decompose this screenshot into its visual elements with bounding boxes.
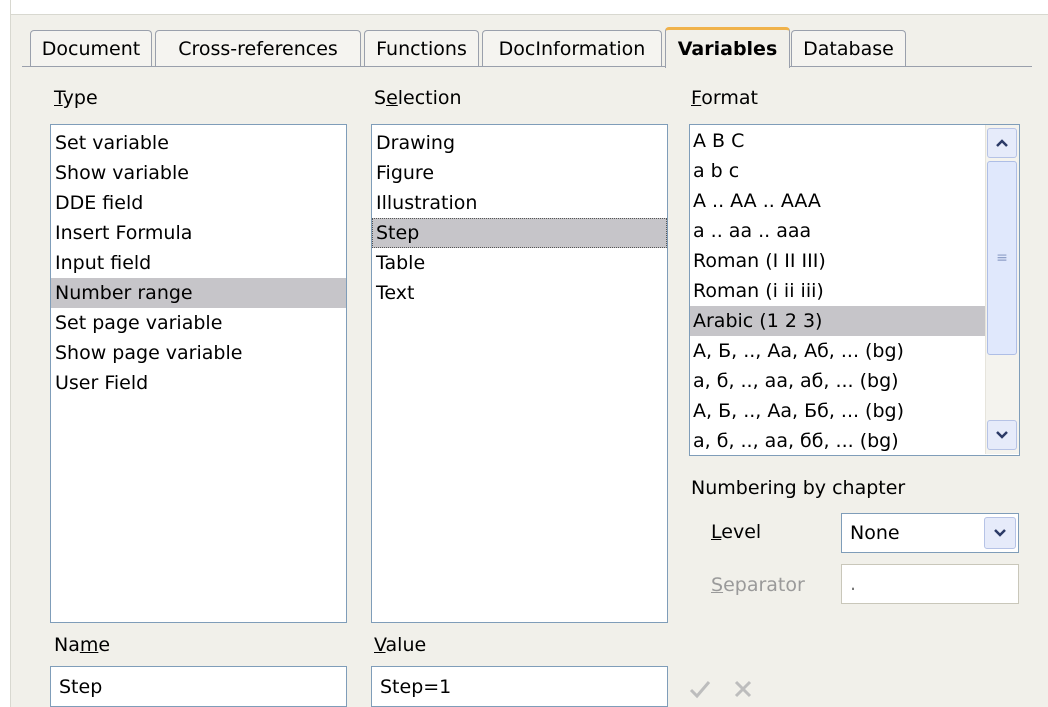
tab-label: Document [41,37,141,60]
list-item[interactable]: a b c [690,156,985,186]
format-listbox[interactable]: A B C a b c A .. AA .. AAA a .. aa .. aa… [689,124,1020,456]
tab-document[interactable]: Document [30,30,152,66]
list-item[interactable]: Figure [372,158,667,188]
list-item[interactable]: а, б, .., аа, бб, ... (bg) [690,426,985,455]
tab-docinformation[interactable]: DocInformation [482,30,662,66]
list-item[interactable]: A B C [690,126,985,156]
list-item[interactable]: DDE field [51,188,346,218]
numbering-by-chapter-heading: Numbering by chapter [691,477,906,499]
list-item[interactable]: а, б, .., аа, аб, ... (bg) [690,366,985,396]
list-item[interactable]: Arabic (1 2 3) [690,306,985,336]
tab-panel-border [22,66,1032,67]
tab-label: Variables [677,38,778,60]
selection-listbox[interactable]: Drawing Figure Illustration Step Table T… [371,124,668,623]
list-item[interactable]: a .. aa .. aaa [690,216,985,246]
tab-label: Database [803,37,894,60]
list-item[interactable]: Text [372,278,667,308]
list-item[interactable]: Roman (i ii iii) [690,276,985,306]
format-label: Format [691,87,758,109]
list-item[interactable]: Show page variable [51,338,346,368]
list-item[interactable]: Roman (I II III) [690,246,985,276]
tab-label: DocInformation [498,37,646,60]
list-item[interactable]: User Field [51,368,346,398]
list-item[interactable]: Number range [51,278,346,308]
value-label: Value [374,634,427,656]
level-select-value: None [850,522,900,544]
list-item[interactable]: Show variable [51,158,346,188]
type-listbox[interactable]: Set variable Show variable DDE field Ins… [50,124,347,623]
list-item[interactable]: A .. AA .. AAA [690,186,985,216]
window-left-edge [0,0,11,707]
list-item[interactable]: Drawing [372,128,667,158]
list-item[interactable]: Input field [51,248,346,278]
list-item[interactable]: Illustration [372,188,667,218]
tab-variables[interactable]: Variables [665,27,790,68]
name-field[interactable]: Step [50,666,347,707]
list-item[interactable]: Step [372,218,667,248]
separator-value: . [850,573,857,595]
list-item[interactable]: А, Б, .., Аа, Аб, ... (bg) [690,336,985,366]
tab-functions[interactable]: Functions [364,30,479,66]
value-value: Step=1 [380,675,452,698]
name-value: Step [59,675,103,698]
x-icon[interactable] [733,679,753,704]
chevron-down-icon[interactable] [987,420,1017,450]
separator-field[interactable]: . [841,564,1019,604]
value-field[interactable]: Step=1 [371,666,668,707]
separator-label: Separator [711,574,805,596]
list-item[interactable]: Table [372,248,667,278]
scrollbar-thumb[interactable]: ≡ [987,161,1017,355]
list-item[interactable]: Insert Formula [51,218,346,248]
tab-label: Cross-references [178,37,338,60]
selection-label: Selection [374,87,462,109]
tab-cross-references[interactable]: Cross-references [155,30,361,66]
tab-database[interactable]: Database [791,30,906,66]
chevron-up-icon[interactable] [987,128,1017,158]
name-label: Name [54,634,111,656]
level-label: Level [711,521,762,543]
tab-label: Functions [376,37,467,60]
fields-dialog: Document Cross-references Functions DocI… [0,0,1048,707]
type-label: Type [54,87,98,109]
window-top-edge [0,0,1048,15]
format-scrollbar[interactable]: ≡ [985,125,1019,454]
list-item[interactable]: А, Б, .., Аа, Бб, ... (bg) [690,396,985,426]
list-item[interactable]: Set page variable [51,308,346,338]
chevron-down-icon[interactable] [984,517,1016,549]
list-item[interactable]: Set variable [51,128,346,158]
check-icon[interactable] [688,678,712,705]
